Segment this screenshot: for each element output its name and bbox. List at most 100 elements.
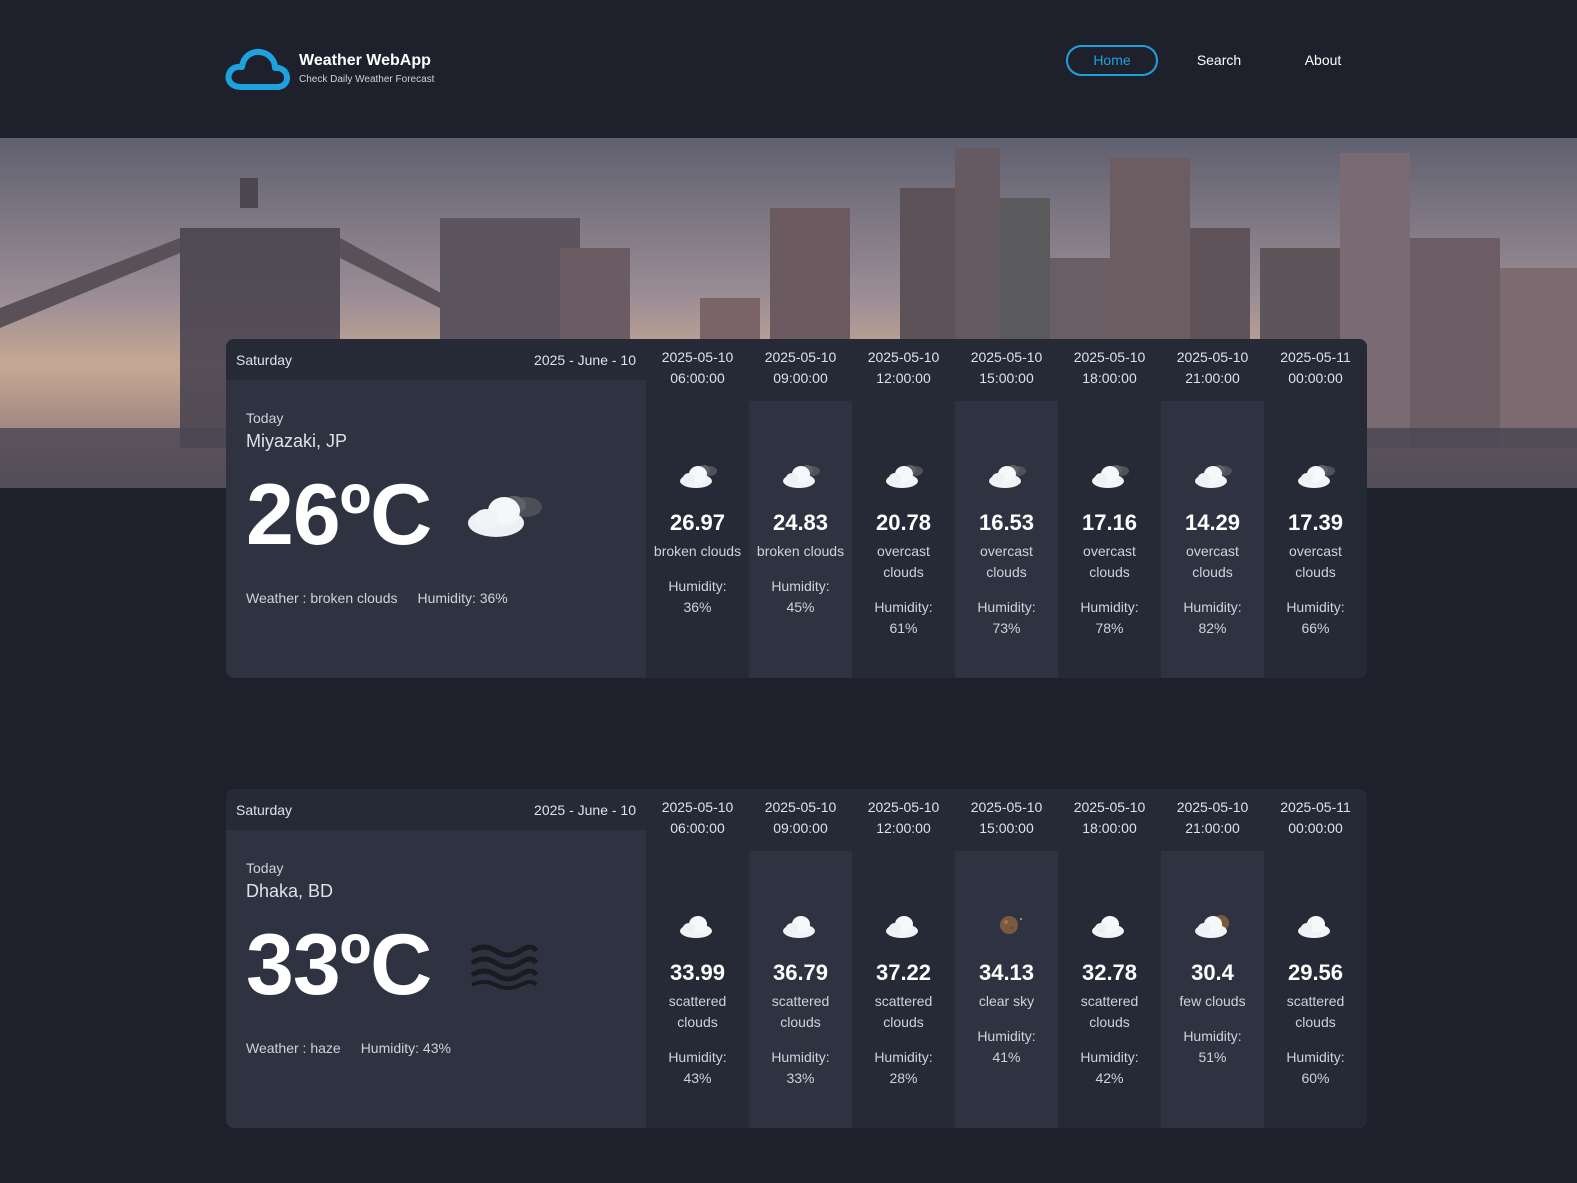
forecast-list: 2025-05-10 06:00:00 33.99 scattered clouds H… — [646, 789, 1367, 1128]
forecast-time: 09:00:00 — [773, 370, 828, 386]
forecast-date: 2025-05-10 — [867, 799, 940, 815]
app-subtitle: Check Daily Weather Forecast — [299, 74, 435, 85]
forecast-description: overcast clouds — [1186, 543, 1239, 580]
forecast-humidity-label: Humidity: — [1183, 1028, 1242, 1044]
forecast-humidity-value: 45% — [786, 599, 815, 615]
forecast-humidity: Humidity: 42% — [1065, 1047, 1155, 1089]
current-temperature: 26ºC — [246, 467, 432, 563]
cloud-logo-icon — [225, 48, 290, 90]
forecast-humidity: Humidity: 73% — [962, 597, 1052, 639]
forecast-humidity-label: Humidity: — [874, 599, 933, 615]
forecast-time: 00:00:00 — [1288, 820, 1343, 836]
forecast-item: 2025-05-10 06:00:00 26.97 broken clouds Humi… — [646, 339, 749, 678]
overcast-clouds-icon — [1194, 465, 1232, 488]
forecast-humidity-value: 82% — [1198, 620, 1227, 636]
nav-home[interactable]: Home — [1066, 45, 1158, 76]
forecast-humidity: Humidity: 51% — [1168, 1026, 1258, 1068]
forecast-humidity: Humidity: 82% — [1168, 597, 1258, 639]
weather-description: Weather : haze — [246, 1040, 341, 1056]
forecast-humidity-value: 66% — [1301, 620, 1330, 636]
today-panel: Saturday 2025 - June - 10 Today Dhaka, B… — [226, 789, 646, 1128]
day-name: Saturday — [236, 351, 293, 368]
forecast-humidity: Humidity: 36% — [653, 576, 743, 618]
forecast-humidity-value: 60% — [1301, 1070, 1330, 1086]
brand[interactable]: Weather WebApp Check Daily Weather Forec… — [225, 47, 434, 91]
forecast-date: 2025-05-10 — [661, 799, 734, 815]
forecast-humidity-value: 43% — [683, 1070, 712, 1086]
forecast-time: 00:00:00 — [1288, 370, 1343, 386]
forecast-datetime: 2025-05-10 12:00:00 — [852, 789, 955, 851]
forecast-item: 2025-05-11 00:00:00 17.39 overcast clouds Hu… — [1264, 339, 1367, 678]
humidity-value: Humidity: 43% — [360, 1040, 451, 1056]
forecast-humidity-label: Humidity: — [771, 1049, 830, 1065]
clear-sky-night-icon — [999, 916, 1022, 934]
nav-search[interactable]: Search — [1178, 45, 1260, 76]
forecast-date: 2025-05-10 — [764, 799, 837, 815]
city-name: Miyazaki, JP — [246, 431, 348, 451]
weather-card-dhaka: Saturday 2025 - June - 10 Today Dhaka, B… — [226, 789, 1367, 1128]
overcast-clouds-icon — [1297, 465, 1335, 488]
haze-icon — [470, 944, 539, 990]
forecast-item: 2025-05-11 00:00:00 29.56 scattered clouds H… — [1264, 789, 1367, 1128]
forecast-date: 2025-05-10 — [1176, 799, 1249, 815]
forecast-datetime: 2025-05-10 06:00:00 — [646, 789, 749, 851]
forecast-date: 2025-05-11 — [1280, 799, 1351, 815]
app-title: Weather WebApp — [299, 52, 431, 69]
nav-about[interactable]: About — [1282, 45, 1364, 76]
forecast-humidity: Humidity: 33% — [756, 1047, 846, 1089]
forecast-humidity-value: 41% — [992, 1049, 1021, 1065]
today-label: Today — [246, 410, 284, 426]
forecast-item: 2025-05-10 09:00:00 24.83 broken clouds Humi… — [749, 339, 852, 678]
forecast-list: 2025-05-10 06:00:00 26.97 broken clouds Humi… — [646, 339, 1367, 678]
current-temperature: 33ºC — [246, 917, 432, 1013]
forecast-temperature: 17.39 — [1287, 510, 1344, 535]
forecast-humidity: Humidity: 43% — [653, 1047, 743, 1089]
forecast-datetime: 2025-05-10 12:00:00 — [852, 339, 955, 401]
forecast-humidity: Humidity: 41% — [962, 1026, 1052, 1068]
forecast-humidity-label: Humidity: — [874, 1049, 933, 1065]
forecast-item: 2025-05-10 12:00:00 37.22 scattered clouds H… — [852, 789, 955, 1128]
forecast-humidity-value: 51% — [1198, 1049, 1227, 1065]
forecast-humidity-value: 61% — [889, 620, 918, 636]
forecast-description: overcast clouds — [1289, 543, 1342, 580]
city-name: Dhaka, BD — [246, 881, 334, 901]
forecast-humidity-label: Humidity: — [977, 599, 1036, 615]
forecast-datetime: 2025-05-10 09:00:00 — [749, 339, 852, 401]
forecast-temperature: 29.56 — [1287, 960, 1344, 985]
main-nav: Home Search About — [1066, 45, 1364, 76]
forecast-time: 15:00:00 — [979, 820, 1034, 836]
forecast-description: overcast clouds — [980, 543, 1033, 580]
forecast-temperature: 16.53 — [978, 510, 1035, 535]
today-header: Saturday 2025 - June - 10 — [226, 789, 646, 830]
scattered-clouds-icon — [885, 916, 918, 938]
forecast-datetime: 2025-05-10 15:00:00 — [955, 789, 1058, 851]
forecast-item: 2025-05-10 18:00:00 17.16 overcast clouds Hu… — [1058, 339, 1161, 678]
forecast-time: 06:00:00 — [670, 370, 725, 386]
scattered-clouds-icon — [782, 916, 815, 938]
forecast-datetime: 2025-05-10 09:00:00 — [749, 789, 852, 851]
forecast-humidity: Humidity: 78% — [1065, 597, 1155, 639]
forecast-temperature: 34.13 — [978, 960, 1035, 985]
forecast-humidity-label: Humidity: — [1183, 599, 1242, 615]
forecast-time: 12:00:00 — [876, 370, 931, 386]
forecast-datetime: 2025-05-10 21:00:00 — [1161, 789, 1264, 851]
current-date: 2025 - June - 10 — [534, 351, 636, 368]
forecast-humidity-label: Humidity: — [668, 1049, 727, 1065]
forecast-item: 2025-05-10 06:00:00 33.99 scattered clouds H… — [646, 789, 749, 1128]
forecast-datetime: 2025-05-10 18:00:00 — [1058, 789, 1161, 851]
forecast-item: 2025-05-10 12:00:00 20.78 overcast clouds Hu… — [852, 339, 955, 678]
forecast-description: overcast clouds — [877, 543, 930, 580]
forecast-temperature: 14.29 — [1184, 510, 1241, 535]
forecast-temperature: 26.97 — [669, 510, 726, 535]
forecast-datetime: 2025-05-10 21:00:00 — [1161, 339, 1264, 401]
forecast-item: 2025-05-10 09:00:00 36.79 scattered clouds H… — [749, 789, 852, 1128]
forecast-datetime: 2025-05-11 00:00:00 — [1264, 339, 1367, 401]
forecast-date: 2025-05-10 — [970, 799, 1043, 815]
forecast-temperature: 20.78 — [875, 510, 932, 535]
day-name: Saturday — [236, 801, 293, 818]
forecast-humidity-value: 36% — [683, 599, 712, 615]
forecast-temperature: 33.99 — [669, 960, 726, 985]
forecast-description: scattered clouds — [668, 993, 727, 1030]
forecast-date: 2025-05-10 — [1073, 799, 1146, 815]
forecast-date: 2025-05-10 — [1073, 349, 1146, 365]
